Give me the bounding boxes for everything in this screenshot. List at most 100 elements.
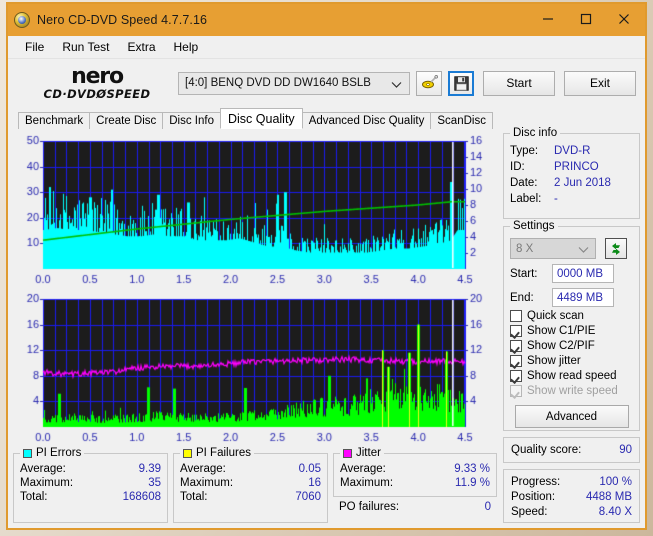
tab-disc-quality[interactable]: Disc Quality xyxy=(220,108,303,129)
jitter-stats-inner: Jitter Average: 9.33 % Maximum: 11.9 % xyxy=(333,447,497,497)
table-row: Maximum: 35 xyxy=(20,477,161,489)
pi-failures-stats: PI Failures Average: 0.05 Maximum: 16 Tota… xyxy=(173,447,328,523)
close-button[interactable] xyxy=(605,4,643,34)
checkbox-box xyxy=(510,385,522,397)
checkbox-label: Show write speed xyxy=(527,385,618,397)
disc-info-group: Disc info Type: DVD-R ID: PRINCO Date: 2 Ju… xyxy=(503,127,640,219)
eject-disc-button[interactable] xyxy=(416,70,442,96)
quality-score-row: Quality score: 90 xyxy=(504,444,639,456)
floppy-save-icon xyxy=(453,75,469,91)
quality-score-label: Quality score: xyxy=(511,444,582,456)
maximize-button[interactable] xyxy=(567,4,605,34)
pi-errors-stats-title: PI Errors xyxy=(20,447,85,459)
checkbox-box xyxy=(510,355,522,367)
drive-select[interactable]: [4:0] BENQ DVD DD DW1640 BSLB xyxy=(178,71,410,95)
end-label: End: xyxy=(510,291,534,304)
pi-failures-stats-label: PI Failures xyxy=(196,447,251,459)
eject-disc-icon xyxy=(421,75,438,89)
speed-row-readout: Speed: 8.40 X xyxy=(511,506,632,518)
settings-group: Settings 8 X Start: 0000 MB End: 4489 MB… xyxy=(503,220,640,431)
table-row: Average: 9.33 % xyxy=(340,463,490,475)
menu-item-extra[interactable]: Extra xyxy=(118,38,164,56)
tab-disc-info[interactable]: Disc Info xyxy=(162,112,221,129)
checkbox-show-c2-pif[interactable]: Show C2/PIF xyxy=(504,340,639,352)
logo-line-2: CD·DVDØSPEED xyxy=(43,86,151,101)
jitter-stats-label: Jitter xyxy=(356,447,381,459)
window-controls xyxy=(529,4,643,34)
charts-column: PI Errors Average: 9.39 Maximum: 35 Total:… xyxy=(13,133,497,523)
refresh-button[interactable] xyxy=(605,238,627,259)
menu-item-run-test[interactable]: Run Test xyxy=(53,38,118,56)
checkbox-label: Show C2/PIF xyxy=(527,340,595,352)
end-input[interactable]: 4489 MB xyxy=(552,288,614,307)
table-row: Total: 7060 xyxy=(180,491,321,503)
checkbox-show-read-speed[interactable]: Show read speed xyxy=(504,370,639,382)
menu-item-file[interactable]: File xyxy=(16,38,53,56)
window-title: Nero CD-DVD Speed 4.7.7.16 xyxy=(37,13,208,27)
jitter-stats-title: Jitter xyxy=(340,447,384,459)
menu-item-help[interactable]: Help xyxy=(165,38,208,56)
disc-info-date: Date: 2 Jun 2018 xyxy=(510,177,611,189)
table-row: Maximum: 16 xyxy=(180,477,321,489)
toolbar: nero CD·DVDØSPEED [4:0] BENQ DVD DD DW16… xyxy=(8,59,645,107)
pi-errors-color-swatch xyxy=(23,448,32,458)
jitter-pif-chart xyxy=(13,291,497,449)
nero-disc-icon xyxy=(14,12,30,28)
checkbox-box xyxy=(510,340,522,352)
speed-row: 8 X xyxy=(504,238,639,259)
checkbox-label: Show read speed xyxy=(527,370,617,382)
disc-info-type: Type: DVD-R xyxy=(510,145,591,157)
tab-scandisc[interactable]: ScanDisc xyxy=(430,112,493,129)
progress-group: Progress: 100 % Position: 4488 MB Speed: 8.… xyxy=(503,469,640,523)
drive-select-value: [4:0] BENQ DVD DD DW1640 BSLB xyxy=(185,77,371,89)
start-input[interactable]: 0000 MB xyxy=(552,264,614,283)
logo-line-1: nero xyxy=(71,63,124,89)
tab-benchmark[interactable]: Benchmark xyxy=(18,112,91,129)
jitter-stats: Jitter Average: 9.33 % Maximum: 11.9 % PO … xyxy=(333,447,497,523)
pi-failures-color-swatch xyxy=(183,448,192,458)
checkbox-show-c1-pie[interactable]: Show C1/PIE xyxy=(504,325,639,337)
exit-button[interactable]: Exit xyxy=(564,70,636,96)
refresh-recycle-icon xyxy=(612,242,620,255)
checkbox-box xyxy=(510,370,522,382)
start-label: Start: xyxy=(510,267,538,280)
position-row: Position: 4488 MB xyxy=(511,491,632,503)
checkbox-quick-scan[interactable]: Quick scan xyxy=(504,310,639,322)
menu-bar: File Run Test Extra Help xyxy=(8,36,645,59)
po-failures-label: PO failures: xyxy=(339,501,400,513)
checkbox-box xyxy=(510,310,522,322)
tab-advanced-disc-quality[interactable]: Advanced Disc Quality xyxy=(301,112,432,129)
info-column: Disc info Type: DVD-R ID: PRINCO Date: 2 Ju… xyxy=(503,127,640,523)
tab-create-disc[interactable]: Create Disc xyxy=(89,112,164,129)
table-row: Maximum: 11.9 % xyxy=(340,477,490,489)
pi-failures-stats-title: PI Failures xyxy=(180,447,254,459)
checkbox-show-write-speed: Show write speed xyxy=(504,385,639,397)
disc-quality-panel: PI Errors Average: 9.39 Maximum: 35 Total:… xyxy=(8,127,645,528)
quality-score-value: 90 xyxy=(619,444,632,456)
disc-info-title: Disc info xyxy=(510,127,561,139)
jitter-color-swatch xyxy=(343,448,352,458)
title-bar: Nero CD-DVD Speed 4.7.7.16 xyxy=(8,4,645,36)
end-row: End: 4489 MB xyxy=(504,288,639,307)
disc-info-label: Label: - xyxy=(510,193,558,205)
minimize-button[interactable] xyxy=(529,4,567,34)
start-row: Start: 0000 MB xyxy=(504,264,639,283)
advanced-button[interactable]: Advanced xyxy=(514,405,629,428)
tab-strip: Benchmark Create Disc Disc Info Disc Qua… xyxy=(8,107,645,129)
statistics-row: PI Errors Average: 9.39 Maximum: 35 Total:… xyxy=(13,447,497,523)
disc-info-id: ID: PRINCO xyxy=(510,161,599,173)
chevron-down-icon xyxy=(391,80,402,92)
settings-title: Settings xyxy=(510,220,558,232)
pi-errors-chart-canvas xyxy=(13,133,497,291)
quality-score-group: Quality score: 90 xyxy=(503,437,640,463)
checkbox-box xyxy=(510,325,522,337)
start-button[interactable]: Start xyxy=(483,70,555,96)
pi-errors-stats: PI Errors Average: 9.39 Maximum: 35 Total:… xyxy=(13,447,168,523)
checkbox-show-jitter[interactable]: Show jitter xyxy=(504,355,639,367)
table-row: Average: 0.05 xyxy=(180,463,321,475)
po-failures-row: PO failures: 0 xyxy=(333,500,497,514)
speed-select[interactable]: 8 X xyxy=(510,238,596,259)
table-row: Total: 168608 xyxy=(20,491,161,503)
save-button[interactable] xyxy=(448,70,474,96)
chevron-down-icon xyxy=(578,245,589,257)
